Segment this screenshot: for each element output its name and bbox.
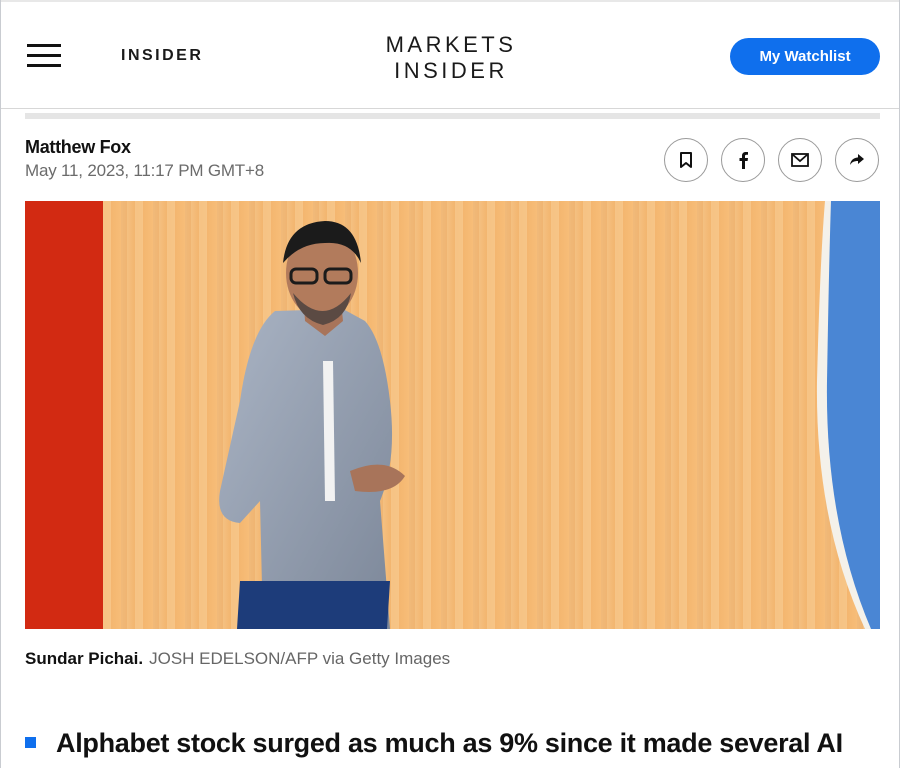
divider	[25, 113, 880, 119]
markets-insider-logo[interactable]: MARKETS INSIDER	[371, 32, 531, 84]
my-watchlist-button[interactable]: My Watchlist	[730, 38, 880, 75]
hero-image[interactable]	[25, 201, 880, 629]
bookmark-icon	[680, 152, 692, 168]
share-button[interactable]	[835, 138, 879, 182]
page: INSIDER MARKETS INSIDER My Watchlist Mat…	[0, 0, 900, 768]
image-caption: Sundar Pichai. JOSH EDELSON/AFP via Getty…	[25, 649, 450, 669]
email-share-button[interactable]	[778, 138, 822, 182]
facebook-icon	[739, 152, 748, 169]
publish-date: May 11, 2023, 11:17 PM GMT+8	[25, 161, 264, 180]
bookmark-button[interactable]	[664, 138, 708, 182]
share-arrow-icon	[850, 154, 864, 165]
logo-line-markets: MARKETS	[385, 32, 517, 57]
caption-credit: JOSH EDELSON/AFP via Getty Images	[149, 649, 451, 668]
bullet-marker	[25, 737, 36, 748]
sundar-pichai-photo	[25, 201, 880, 629]
facebook-share-button[interactable]	[721, 138, 765, 182]
menu-icon[interactable]	[27, 44, 63, 70]
logo-line-insider: INSIDER	[394, 58, 508, 83]
summary-bullet: Alphabet stock surged as much as 9% sinc…	[56, 728, 843, 758]
caption-subject: Sundar Pichai.	[25, 649, 144, 668]
insider-logo[interactable]: INSIDER	[121, 47, 203, 65]
site-header: INSIDER MARKETS INSIDER My Watchlist	[1, 0, 899, 109]
author-name[interactable]: Matthew Fox	[25, 137, 131, 158]
email-icon	[791, 153, 809, 167]
